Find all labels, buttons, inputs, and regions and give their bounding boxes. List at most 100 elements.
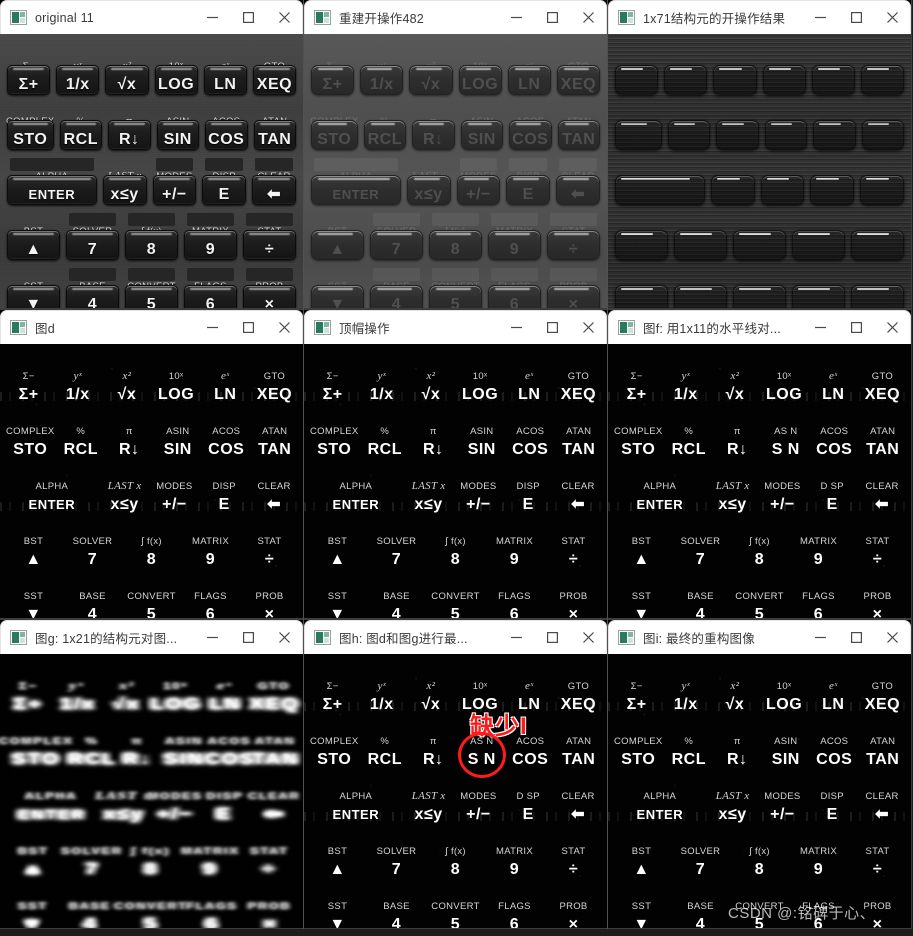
key-label: ▲ (633, 861, 650, 878)
minimize-button[interactable] (194, 311, 230, 345)
key-shift-label: SST (23, 591, 44, 602)
key-label: ▲ (329, 861, 346, 878)
key-9: MATRIX 9 (181, 515, 240, 570)
key-shift-label: GTO (567, 371, 590, 382)
maximize-button[interactable] (230, 621, 266, 655)
close-button[interactable] (874, 1, 910, 35)
image-window-w6[interactable]: 图f: 用1x11的水平线对... Σ− Σ+ yˣ 1/x x² √x 10ˣ LOG eˣ LN… (608, 310, 911, 618)
key-6: FLAGS6 (789, 570, 848, 618)
key-shift-label: π (733, 426, 741, 437)
title-bar[interactable]: 重建开操作482 (304, 0, 607, 34)
maximize-button[interactable] (534, 311, 570, 345)
title-bar[interactable]: 顶帽操作 (304, 310, 607, 344)
image-window-w4[interactable]: 图d Σ− Σ+ yˣ 1/x x² √x 10ˣ LOG eˣ LN GTO XEQ COMPLEX ST… (0, 310, 303, 618)
minimize-button[interactable] (194, 621, 230, 655)
minimize-button[interactable] (498, 621, 534, 655)
key-label: 7 (87, 241, 98, 258)
minimize-button[interactable] (498, 1, 534, 35)
key-: CLEAR ⬅ (553, 770, 603, 825)
close-button[interactable] (874, 311, 910, 345)
key-shift-label: 10ˣ (163, 681, 189, 692)
key-shift-label: D SP (516, 791, 540, 802)
image-window-w8[interactable]: 图h: 图d和图g进行最... Σ− Σ+ yˣ 1/x x² √x 10ˣ LOG eˣ LN GT… (304, 620, 607, 928)
key-shift-label: MODES (764, 791, 801, 802)
key-enter: ALPHAENTER (4, 770, 99, 825)
image-window-w7[interactable]: 图g: 1x21的结构元对图... Σ− Σ+ yˣ 1/x x² √x 10ˣ LOG eˣ LN… (0, 620, 303, 928)
maximize-button[interactable] (534, 1, 570, 35)
key-enter: ALPHAENTER (308, 150, 404, 205)
keypad-row: Σ−Σ+yˣ1/xx²√x10ˣLOGeˣLNGTOXEQ (308, 350, 603, 405)
image-window-w2[interactable]: 重建开操作482Σ−Σ+yˣ1/xx²√x10ˣLOGeˣLNGTOXEQCOM… (304, 0, 607, 308)
key-6: FLAGS6 (485, 260, 544, 308)
title-bar[interactable]: 图f: 用1x11的水平线对... (608, 310, 911, 344)
key-label: LOG (150, 696, 202, 713)
key-label: 9 (813, 551, 824, 568)
key-4: BASE 4 (367, 570, 426, 618)
key-1x: yˣ1/x (357, 40, 406, 95)
title-bar[interactable]: 图g: 1x21的结构元对图... (0, 620, 303, 654)
key-shift-label: BASE (383, 591, 410, 602)
key-e: DISPE (503, 150, 553, 205)
title-bar[interactable]: 1x71结构元的开操作结果 (608, 0, 911, 34)
key-: STAT ÷ (544, 515, 603, 570)
image-window-w3[interactable]: 1x71结构元的开操作结果 Σ−Σ+yˣ1/xx²√x10ˣLOGeˣLNGTOX… (608, 0, 911, 308)
key-shift-label: MATRIX (181, 846, 240, 857)
keypad-row: ALPHA ENTER LAST x x≤y MODES +/− DISP E CLEAR ⬅ (612, 770, 907, 825)
key-shift-label: SST (327, 901, 348, 912)
key-r: πR↓ (409, 95, 457, 150)
keypad-row: SST▼BASE4CONVERT5FLAGS6PROB× (4, 570, 299, 618)
close-button[interactable] (266, 311, 302, 345)
key-shift-bar (373, 268, 420, 281)
keypad-row: ALPHA ENTER LAST x x≤y MODES +/− D SP E CLEAR ⬅ (612, 460, 907, 515)
key-7: SOLVER 7 (367, 515, 426, 570)
minimize-button[interactable] (194, 1, 230, 35)
close-button[interactable] (266, 1, 302, 35)
maximize-button[interactable] (230, 1, 266, 35)
key-label: × (263, 916, 278, 928)
title-bar[interactable]: 图d (0, 310, 303, 344)
image-window-w5[interactable]: 顶帽操作 Σ− Σ+ yˣ 1/x x² √x 10ˣ LOG eˣ LN GTO XEQ COMPLEX… (304, 310, 607, 618)
keypad-row: SST▼BASE4CONVERT5FLAGS6PROB× (612, 260, 907, 308)
key-4: BASE 4 (63, 570, 122, 618)
key-label: ▲ (25, 551, 42, 568)
maximize-button[interactable] (838, 1, 874, 35)
maximize-button[interactable] (838, 621, 874, 655)
minimize-button[interactable] (802, 621, 838, 655)
key-4: BASE 4 (671, 880, 730, 928)
close-button[interactable] (570, 621, 606, 655)
key-sto: COMPLEX STO (612, 715, 665, 770)
close-button[interactable] (266, 621, 302, 655)
key-shift-label: ∫ f(x) (131, 846, 172, 857)
key-label: √x (725, 386, 745, 403)
key-label: Σ+ (322, 76, 343, 93)
close-button[interactable] (570, 311, 606, 345)
minimize-button[interactable] (498, 311, 534, 345)
maximize-button[interactable] (230, 311, 266, 345)
key-shift-label: BASE (79, 591, 106, 602)
key-shift-label: x² (426, 370, 436, 382)
key-e: DISPE (807, 150, 857, 205)
title-bar[interactable]: original 11 (0, 0, 303, 34)
key-shift-label: CONVERT (431, 901, 480, 912)
maximize-button[interactable] (838, 311, 874, 345)
key-label: ⬅ (267, 186, 282, 203)
image-window-w1[interactable]: original 11 Σ−Σ+yˣ1/xx²√x10ˣLOGeˣLNGTOXEQ… (0, 0, 303, 308)
close-button[interactable] (874, 621, 910, 655)
key-shift-bar (491, 268, 538, 281)
keypad-row: Σ−Σ+yˣ1/xx²√x10ˣLOGeˣLNGTOXEQ (612, 40, 907, 95)
close-button[interactable] (570, 1, 606, 35)
window-controls (194, 311, 302, 345)
image-window-w9[interactable]: 图i: 最终的重构图像 Σ− Σ+ yˣ 1/x x² √x 10ˣ LOG eˣ LN GTO XEQ… (608, 620, 911, 928)
key-5: CONVERT5 (122, 260, 181, 308)
key-shift-label: ALPHA (643, 481, 677, 492)
key-shift-label: MODES (460, 481, 497, 492)
minimize-button[interactable] (802, 311, 838, 345)
key-shift-bar (155, 158, 194, 171)
key-label: 5 (754, 606, 765, 618)
key-shift-label: STAT (865, 846, 890, 857)
key-label: ENTER (332, 187, 380, 202)
maximize-button[interactable] (534, 621, 570, 655)
title-bar[interactable]: 图h: 图d和图g进行最... (304, 620, 607, 654)
title-bar[interactable]: 图i: 最终的重构图像 (608, 620, 911, 654)
minimize-button[interactable] (802, 1, 838, 35)
